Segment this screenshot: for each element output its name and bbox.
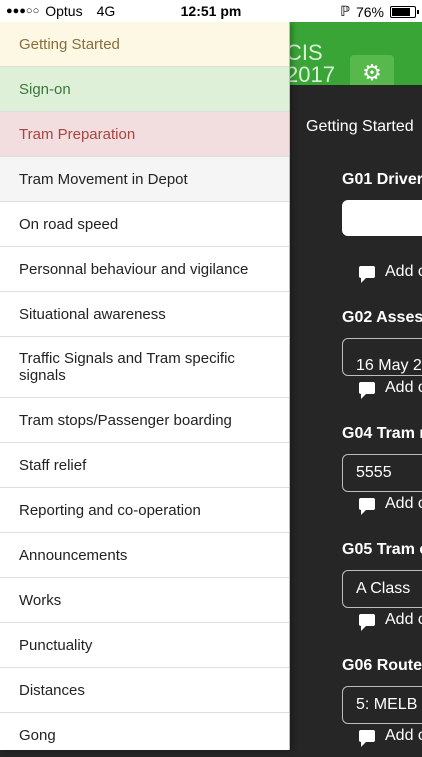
drawer-item-gong[interactable]: Gong	[0, 713, 289, 757]
field-label-tram-number: G04 Tram n	[342, 425, 422, 442]
add-comment-label: Add c	[385, 379, 422, 396]
drawer-item-label: Tram Movement in Depot	[19, 170, 188, 188]
drawer-item-distances[interactable]: Distances	[0, 668, 289, 713]
field-label-assessment: G02 Assess	[342, 309, 422, 326]
comment-icon	[359, 730, 375, 747]
drawer-item-tram-movement-depot[interactable]: Tram Movement in Depot	[0, 157, 289, 202]
drawer-item-label: Getting Started	[19, 35, 120, 53]
field-label-driver: G01 Driver	[342, 171, 422, 188]
drawer-item-label: Sign-on	[19, 80, 71, 98]
comment-icon	[359, 498, 375, 515]
field-label-tram-class: G05 Tram c	[342, 541, 422, 558]
add-comment-tram-class[interactable]: Add c	[359, 611, 422, 631]
drawer-item-staff-relief[interactable]: Staff relief	[0, 443, 289, 488]
tram-class-select[interactable]: A Class	[342, 570, 422, 608]
drawer-item-announcements[interactable]: Announcements	[0, 533, 289, 578]
comment-icon	[359, 382, 375, 399]
field-label-route: G06 Route	[342, 657, 422, 674]
add-comment-route[interactable]: Add c	[359, 727, 422, 747]
add-comment-label: Add c	[385, 263, 422, 280]
drawer-item-label: Gong	[19, 726, 56, 744]
drawer-item-tram-stops[interactable]: Tram stops/Passenger boarding	[0, 398, 289, 443]
drawer-item-label: Punctuality	[19, 636, 93, 654]
drawer-item-label: Reporting and co-operation	[19, 501, 201, 519]
drawer-item-punctuality[interactable]: Punctuality	[0, 623, 289, 668]
drawer-item-getting-started[interactable]: Getting Started	[0, 22, 289, 67]
battery-icon	[390, 5, 419, 18]
drawer-item-label: Personnal behaviour and vigilance	[19, 260, 249, 278]
drawer-item-label: Distances	[19, 681, 85, 699]
drawer-item-situational-awareness[interactable]: Situational awareness	[0, 292, 289, 337]
add-comment-assessment[interactable]: Add c	[359, 379, 422, 399]
drawer-item-label: On road speed	[19, 215, 119, 233]
add-comment-label: Add c	[385, 495, 422, 512]
drawer-item-label: Traffic Signals and Tram specific signal…	[19, 350, 235, 384]
drawer-item-personnal-behaviour[interactable]: Personnal behaviour and vigilance	[0, 247, 289, 292]
add-comment-tram-number[interactable]: Add c	[359, 495, 422, 515]
drawer-item-label: Works	[19, 591, 62, 609]
drawer-item-label: Situational awareness	[19, 305, 166, 323]
drawer-item-label: Announcements	[19, 546, 128, 564]
add-comment-label: Add c	[385, 727, 422, 744]
drawer-item-tram-preparation[interactable]: Tram Preparation	[0, 112, 289, 157]
bluetooth-icon: ℙ	[340, 3, 350, 19]
gear-icon: ⚙	[362, 60, 382, 85]
tram-number-input[interactable]: 5555	[342, 454, 422, 492]
comment-icon	[359, 614, 375, 631]
add-comment-label: Add c	[385, 611, 422, 628]
drawer-item-sign-on[interactable]: Sign-on	[0, 67, 289, 112]
form-content: Getting Started G01 Driver Add c G02 Ass…	[289, 85, 422, 750]
navigation-drawer: Getting Started Sign-on Tram Preparation…	[0, 22, 290, 750]
assessment-date-input[interactable]: 16 May 2	[342, 338, 422, 376]
add-comment-driver[interactable]: Add c	[359, 263, 422, 283]
drawer-item-label: Tram Preparation	[19, 125, 136, 143]
app-title: CIS 2017	[286, 40, 335, 87]
comment-icon	[359, 266, 375, 283]
driver-input[interactable]	[342, 200, 422, 236]
drawer-item-label: Staff relief	[19, 456, 87, 474]
battery-percent: 76%	[355, 3, 384, 20]
route-select[interactable]: 5: MELB U	[342, 686, 422, 724]
status-bar: ●●●○○ Optus 4G 12:51 pm ℙ 76%	[0, 0, 422, 22]
drawer-item-on-road-speed[interactable]: On road speed	[0, 202, 289, 247]
drawer-item-works[interactable]: Works	[0, 578, 289, 623]
section-title: Getting Started	[306, 118, 414, 135]
drawer-item-reporting[interactable]: Reporting and co-operation	[0, 488, 289, 533]
drawer-item-traffic-signals[interactable]: Traffic Signals and Tram specific signal…	[0, 337, 289, 398]
drawer-item-label: Tram stops/Passenger boarding	[19, 411, 232, 429]
